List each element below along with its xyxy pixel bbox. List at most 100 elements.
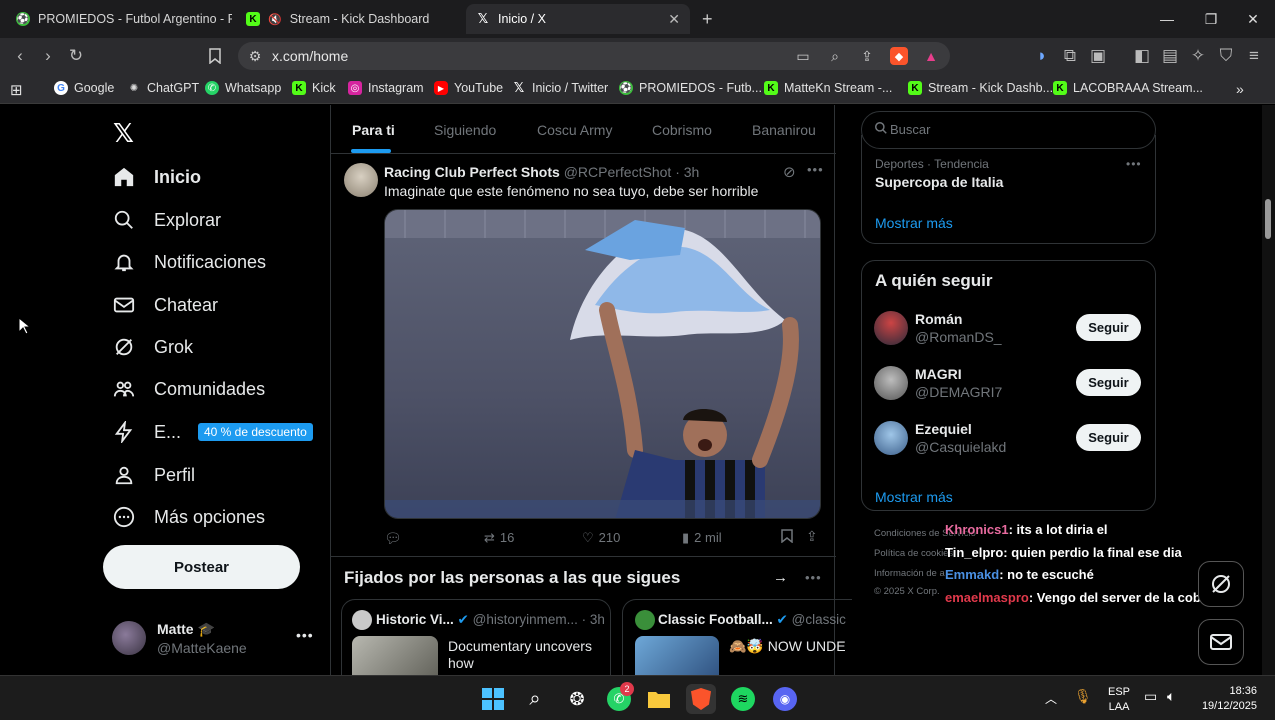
menu-icon[interactable]: ≡ <box>1242 44 1266 68</box>
brave-wallet-icon[interactable]: ◗ <box>1030 44 1054 68</box>
messages-float-button[interactable] <box>1198 619 1244 665</box>
nav-chatear[interactable]: Chatear <box>112 289 218 321</box>
forward-icon[interactable]: › <box>36 44 60 68</box>
show-more-link[interactable]: Mostrar más <box>875 215 953 231</box>
nav-premium[interactable]: E... <box>112 416 181 448</box>
account-menu-icon[interactable]: ••• <box>296 627 314 643</box>
footer-link[interactable]: Política de cookies <box>874 548 953 559</box>
brave-browser-icon[interactable] <box>686 684 716 714</box>
share-button[interactable]: ⇪ <box>806 528 818 545</box>
tab-para-ti[interactable]: Para ti <box>352 122 395 138</box>
mute-icon[interactable]: 🔇 <box>268 13 282 26</box>
volume-icon[interactable]: 🔈︎ <box>1167 688 1175 705</box>
back-icon[interactable]: ‹ <box>8 44 32 68</box>
share-icon[interactable]: ⇪ <box>858 47 876 65</box>
bookmark-youtube[interactable]: ▶ YouTube <box>434 81 503 95</box>
tweet-handle[interactable]: @RCPerfectShot <box>564 164 672 180</box>
apps-icon[interactable]: ⊞ <box>10 81 23 99</box>
tweet-author[interactable]: Racing Club Perfect Shots <box>384 164 560 180</box>
close-tab-icon[interactable]: ✕ <box>668 11 680 28</box>
grok-icon[interactable]: ⊘ <box>783 163 796 181</box>
avatar[interactable] <box>874 421 908 455</box>
avatar[interactable] <box>874 311 908 345</box>
grok-float-button[interactable] <box>1198 561 1244 607</box>
extensions-icon[interactable]: ⧉ <box>1058 44 1082 68</box>
bookmark-kick-dashboard[interactable]: K Stream - Kick Dashb... <box>908 81 1053 95</box>
follow-button[interactable]: Seguir <box>1076 369 1141 396</box>
pinned-card[interactable]: Historic Vi... ✔ @historyinmem... · 3h D… <box>341 599 611 675</box>
nav-grok[interactable]: Grok <box>112 331 193 363</box>
sidebar-icon[interactable]: ◧ <box>1130 44 1154 68</box>
more-bookmarks-icon[interactable]: » <box>1236 81 1244 97</box>
account-switcher[interactable]: Matte 🎓 @MatteKaene ••• <box>112 619 318 659</box>
tweet-image[interactable] <box>384 209 821 519</box>
nav-notificaciones[interactable]: Notificaciones <box>112 246 266 278</box>
start-icon[interactable] <box>478 684 508 714</box>
whatsapp-icon[interactable]: ✆ 2 <box>604 682 634 714</box>
reply-button[interactable]: 💬︎ <box>384 530 402 547</box>
retweet-button[interactable]: ⇄ 16 <box>484 530 514 546</box>
tab-promiedos[interactable]: ⚽ PROMIEDOS - Futbol Argentino - Fix <box>6 4 232 34</box>
cast-icon[interactable]: ▭ <box>794 47 812 65</box>
more-options-icon[interactable]: ••• <box>807 162 824 177</box>
nav-explorar[interactable]: Explorar <box>112 204 221 236</box>
post-button[interactable]: Postear <box>103 545 300 589</box>
follow-button[interactable]: Seguir <box>1076 424 1141 451</box>
clock[interactable]: 18:36 19/12/2025 <box>1197 684 1257 714</box>
bookmark-promiedos[interactable]: ⚽ PROMIEDOS - Futb... <box>619 81 762 95</box>
minimize-icon[interactable]: — <box>1145 0 1189 38</box>
tab-cobrismo[interactable]: Cobrismo <box>652 122 712 138</box>
show-more-link[interactable]: Mostrar más <box>875 489 953 505</box>
vpn-icon[interactable]: ⛉ <box>1214 44 1238 68</box>
widgets-icon[interactable]: ❂ <box>562 684 592 714</box>
network-icon[interactable]: ▭ <box>1144 688 1157 705</box>
bookmark-page-icon[interactable] <box>203 44 227 68</box>
nav-mas-opciones[interactable]: Más opciones <box>112 501 265 533</box>
trend-title[interactable]: Supercopa de Italia <box>875 174 1003 190</box>
tab-coscu-army[interactable]: Coscu Army <box>537 122 612 138</box>
tweet-avatar[interactable] <box>344 163 378 197</box>
bookmark-button[interactable] <box>781 529 793 548</box>
new-tab-icon[interactable]: + <box>702 9 713 30</box>
restore-icon[interactable]: ❐ <box>1189 0 1233 38</box>
follow-name[interactable]: MAGRI <box>915 366 962 382</box>
views-button[interactable]: ▮ 2 mil <box>682 530 722 546</box>
microphone-icon[interactable]: 🎙︎ <box>1074 688 1092 705</box>
scrollbar-thumb[interactable] <box>1265 199 1271 239</box>
tweet[interactable]: Racing Club Perfect Shots @RCPerfectShot… <box>331 154 836 556</box>
more-options-icon[interactable]: ••• <box>805 570 822 585</box>
search-icon[interactable]: ⌕ <box>520 684 550 714</box>
arrow-right-icon[interactable]: → <box>773 569 788 586</box>
leo-icon[interactable]: ✧ <box>1186 44 1210 68</box>
brave-shields-icon[interactable]: ◆ <box>890 47 908 65</box>
bookmark-twitter[interactable]: 𝕏 Inicio / Twitter <box>512 80 608 95</box>
bookmark-mattekn-stream[interactable]: K MatteKn Stream -... <box>764 81 892 95</box>
nav-inicio[interactable]: Inicio <box>112 161 201 193</box>
wallet-icon[interactable]: ▤ <box>1158 44 1182 68</box>
like-button[interactable]: ♡ 210 <box>582 530 620 546</box>
tab-siguiendo[interactable]: Siguiendo <box>434 122 496 138</box>
reload-icon[interactable]: ↻ <box>64 44 88 68</box>
zoom-icon[interactable]: ⌕ <box>826 47 844 65</box>
bookmark-lacobraaa[interactable]: K LACOBRAAA Stream... <box>1053 81 1203 95</box>
trend-more-icon[interactable]: ••• <box>1126 157 1142 171</box>
url-bar[interactable]: ⚙ x.com/home ▭ ⌕ ⇪ ◆ ▲ <box>238 42 950 70</box>
bookmark-kick[interactable]: K Kick <box>292 81 336 95</box>
spotify-icon[interactable]: ≋ <box>728 684 758 714</box>
site-settings-icon[interactable]: ⚙ <box>246 47 264 65</box>
reader-icon[interactable]: ▣ <box>1086 44 1110 68</box>
nav-comunidades[interactable]: Comunidades <box>112 373 265 405</box>
bookmark-instagram[interactable]: ◎ Instagram <box>348 81 424 95</box>
follow-name[interactable]: Román <box>915 311 962 327</box>
x-logo-icon[interactable]: 𝕏 <box>113 118 134 149</box>
scrollbar[interactable] <box>1262 105 1275 675</box>
avatar[interactable] <box>874 366 908 400</box>
tab-bananirou[interactable]: Bananirou <box>752 122 816 138</box>
follow-button[interactable]: Seguir <box>1076 314 1141 341</box>
file-explorer-icon[interactable] <box>644 684 674 714</box>
bookmark-chatgpt[interactable]: ✺ ChatGPT <box>127 81 199 95</box>
pinned-card[interactable]: Classic Football... ✔ @classic 🙈🤯 NOW UN… <box>622 599 852 675</box>
brave-rewards-icon[interactable]: ▲ <box>922 47 940 65</box>
footer-link[interactable]: Información de a <box>874 568 945 579</box>
bookmark-google[interactable]: G Google <box>54 81 114 95</box>
